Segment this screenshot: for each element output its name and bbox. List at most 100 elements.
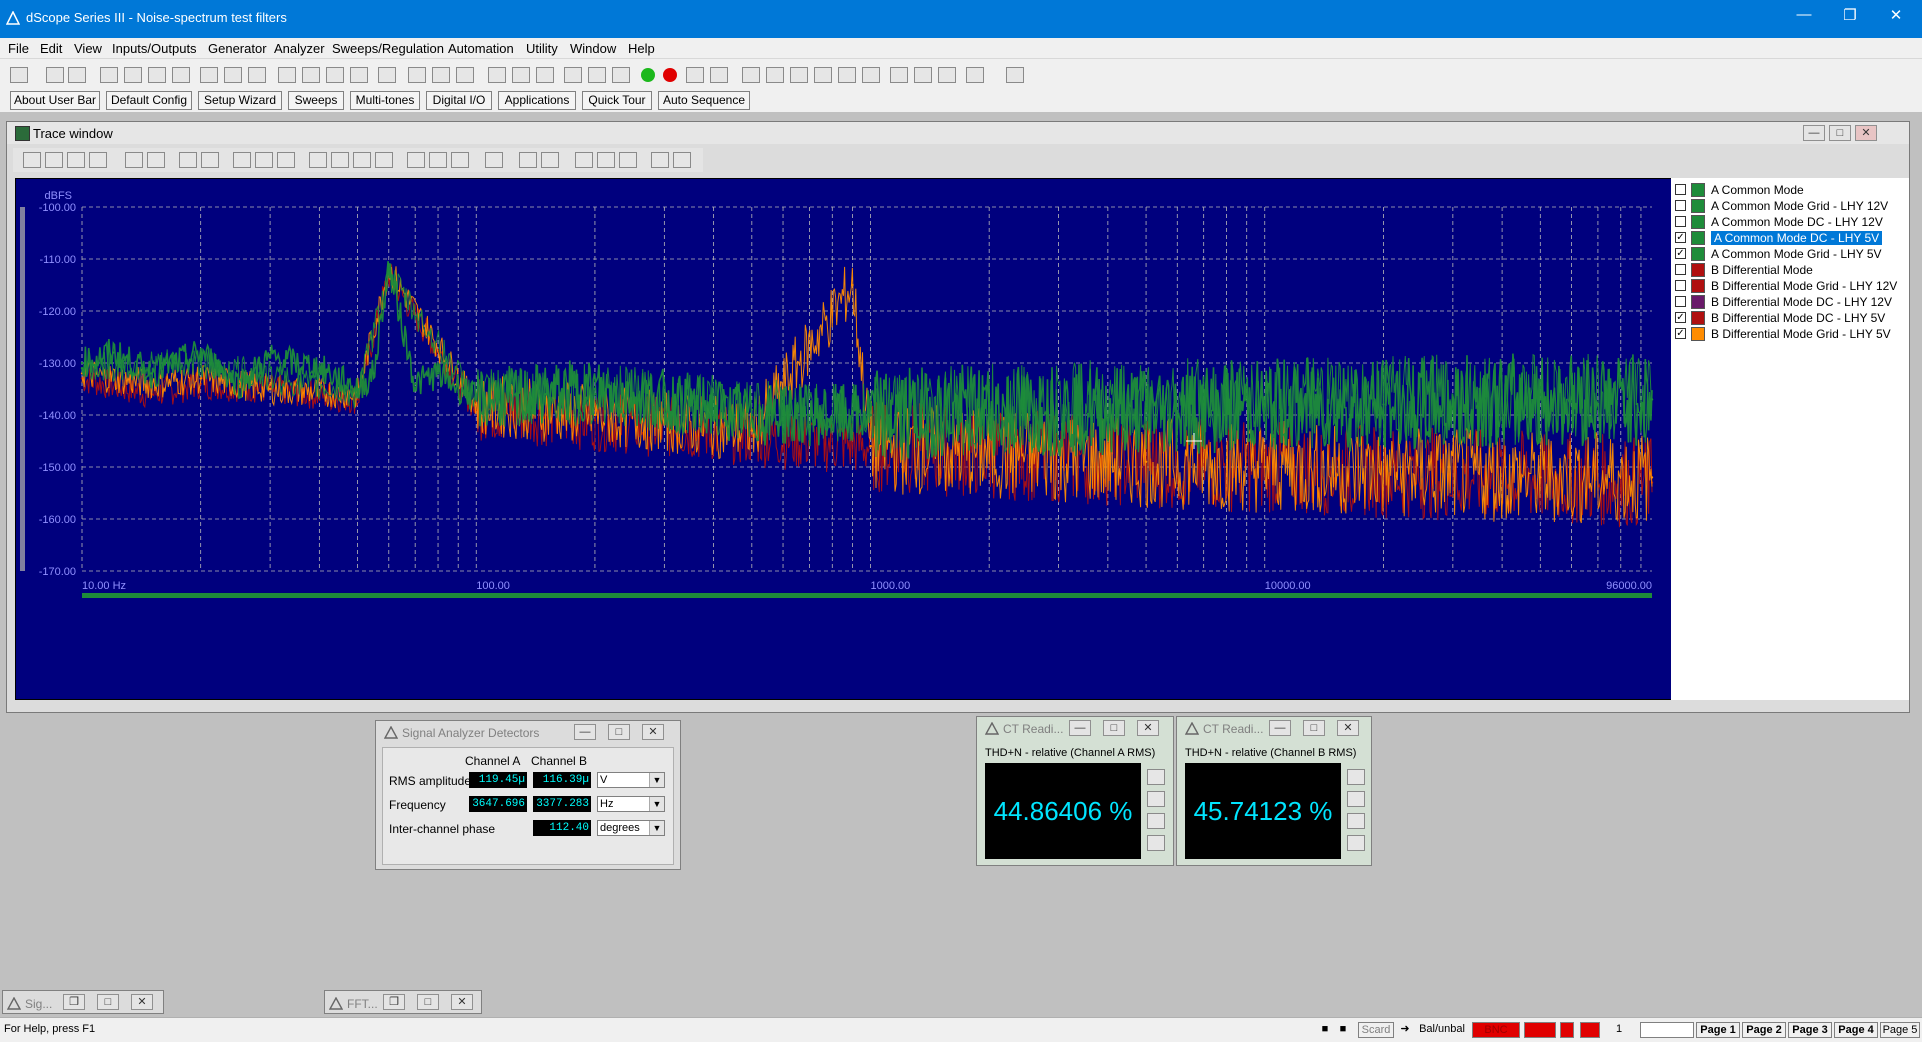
trace-minimize-button[interactable]: — (1803, 125, 1825, 141)
trace-view-1-icon[interactable] (125, 152, 143, 168)
legend-item-a-common-mode-grid-5v[interactable]: ✓ A Common Mode Grid - LHY 5V (1675, 246, 1907, 262)
channel-b-icon[interactable] (588, 67, 606, 83)
close-button[interactable]: ✕ (1876, 6, 1916, 24)
trace-disabled-2-icon[interactable] (673, 152, 691, 168)
minimize-button[interactable]: — (1784, 6, 1824, 23)
ct-a-log-icon[interactable] (1147, 813, 1165, 829)
report-icon[interactable] (966, 67, 984, 83)
input-b-icon[interactable] (302, 67, 320, 83)
trace-cursor-1-icon[interactable] (309, 152, 327, 168)
ct-a-settings-icon[interactable] (1147, 791, 1165, 807)
trace-save-icon[interactable] (67, 152, 85, 168)
sig-close-button[interactable]: ✕ (131, 994, 153, 1010)
trace-scale-2-icon[interactable] (429, 152, 447, 168)
legend-item-a-common-mode-dc-5v[interactable]: ✓ A Common Mode DC - LHY 5V (1675, 230, 1907, 246)
ct-b-maximize-button[interactable]: □ (1303, 720, 1325, 736)
save-icon[interactable] (46, 67, 64, 83)
page-5-tab[interactable]: Page 5 (1880, 1022, 1920, 1038)
step-icon[interactable] (686, 67, 704, 83)
trace-view-2-icon[interactable] (147, 152, 165, 168)
sweep-b-icon[interactable] (766, 67, 784, 83)
legend-item-b-differential-mode-dc-12v[interactable]: B Differential Mode DC - LHY 12V (1675, 294, 1907, 310)
legend-checkbox[interactable] (1675, 264, 1686, 275)
legend-item-b-differential-mode-grid-5v[interactable]: ✓ B Differential Mode Grid - LHY 5V (1675, 326, 1907, 342)
menu-automation[interactable]: Automation (448, 41, 514, 56)
output-c-icon[interactable] (148, 67, 166, 83)
sig-restore-button[interactable]: ❐ (63, 994, 85, 1010)
output-b-icon[interactable] (124, 67, 142, 83)
page-4-tab[interactable]: Page 4 (1834, 1022, 1878, 1038)
minimized-window-sig[interactable]: Sig... ❐ □ ✕ (2, 990, 164, 1014)
trace-zoom-3-icon[interactable] (277, 152, 295, 168)
menu-view[interactable]: View (74, 41, 102, 56)
input-a-icon[interactable] (278, 67, 296, 83)
fft-close-button[interactable]: ✕ (451, 994, 473, 1010)
input-c-icon[interactable] (326, 67, 344, 83)
ct-b-close-button[interactable]: ✕ (1337, 720, 1359, 736)
applications-button[interactable]: Applications (498, 91, 576, 110)
ct-a-minimize-button[interactable]: — (1069, 720, 1091, 736)
trace-compare-icon[interactable] (619, 152, 637, 168)
menu-sweeps-regulation[interactable]: Sweeps/Regulation (332, 41, 444, 56)
chevron-down-icon[interactable]: ▼ (649, 773, 664, 787)
input-d-icon[interactable] (350, 67, 368, 83)
legend-checkbox[interactable]: ✓ (1675, 248, 1686, 259)
stop-icon[interactable] (663, 68, 677, 82)
regulation-b-icon[interactable] (914, 67, 932, 83)
menu-analyzer[interactable]: Analyzer (274, 41, 325, 56)
spectrum-plot[interactable]: -100.00 -110.00 -120.00 -130.00 -140.00 -150.… (15, 178, 1673, 700)
legend-item-b-differential-mode-dc-5v[interactable]: ✓ B Differential Mode DC - LHY 5V (1675, 310, 1907, 326)
menu-window[interactable]: Window (570, 41, 616, 56)
save-as-icon[interactable] (68, 67, 86, 83)
output-d-icon[interactable] (172, 67, 190, 83)
trace-zoom-2-icon[interactable] (255, 152, 273, 168)
detectors-maximize-button[interactable]: □ (608, 724, 630, 740)
trace-scale-3-icon[interactable] (451, 152, 469, 168)
trace-marker-2-icon[interactable] (541, 152, 559, 168)
page-3-tab[interactable]: Page 3 (1788, 1022, 1832, 1038)
ct-b-minimize-button[interactable]: — (1269, 720, 1291, 736)
trace-maximize-button[interactable]: □ (1829, 125, 1851, 141)
minimized-window-fft[interactable]: FFT... ❐ □ ✕ (324, 990, 482, 1014)
scope-icon[interactable] (512, 67, 530, 83)
about-user-bar-button[interactable]: About User Bar (10, 91, 100, 110)
channel-c-icon[interactable] (612, 67, 630, 83)
chevron-down-icon[interactable]: ▼ (649, 821, 664, 835)
regulation-c-icon[interactable] (938, 67, 956, 83)
print-icon[interactable] (1006, 67, 1024, 83)
trace-scale-1-icon[interactable] (407, 152, 425, 168)
sweep-e-icon[interactable] (838, 67, 856, 83)
trace-cursor-2-icon[interactable] (331, 152, 349, 168)
menu-inputs-outputs[interactable]: Inputs/Outputs (112, 41, 197, 56)
ct-a-title-bar[interactable]: CT Readi... — □ ✕ (977, 717, 1173, 739)
ct-a-close-button[interactable]: ✕ (1137, 720, 1159, 736)
ct-b-log-icon[interactable] (1347, 813, 1365, 829)
legend-checkbox[interactable]: ✓ (1675, 328, 1686, 339)
spectrum-chart[interactable]: -100.00 -110.00 -120.00 -130.00 -140.00 -150.… (16, 179, 1672, 699)
menu-file[interactable]: File (8, 41, 29, 56)
setup-wizard-button[interactable]: Setup Wizard (198, 91, 282, 110)
legend-item-a-common-mode-grid-12v[interactable]: A Common Mode Grid - LHY 12V (1675, 198, 1907, 214)
fft-maximize-button[interactable]: □ (417, 994, 439, 1010)
output-off-b-icon[interactable] (224, 67, 242, 83)
page-2-tab[interactable]: Page 2 (1742, 1022, 1786, 1038)
legend-item-a-common-mode-dc-12v[interactable]: A Common Mode DC - LHY 12V (1675, 214, 1907, 230)
trace-cursor-3-icon[interactable] (353, 152, 371, 168)
run-icon[interactable] (641, 68, 655, 82)
fft-icon[interactable] (536, 67, 554, 83)
single-icon[interactable] (710, 67, 728, 83)
sweep-c-icon[interactable] (790, 67, 808, 83)
trace-tool-2-icon[interactable] (45, 152, 63, 168)
digital-io-button[interactable]: Digital I/O (426, 91, 492, 110)
waveform-a-icon[interactable] (408, 67, 426, 83)
trace-tool-1-icon[interactable] (23, 152, 41, 168)
analyzer-icon[interactable] (488, 67, 506, 83)
detectors-title-bar[interactable]: Signal Analyzer Detectors — □ ✕ (376, 721, 680, 743)
default-config-button[interactable]: Default Config (106, 91, 192, 110)
channel-a-icon[interactable] (564, 67, 582, 83)
menu-utility[interactable]: Utility (526, 41, 558, 56)
output-a-icon[interactable] (100, 67, 118, 83)
ct-b-title-bar[interactable]: CT Readi... — □ ✕ (1177, 717, 1371, 739)
legend-checkbox[interactable]: ✓ (1675, 312, 1686, 323)
trace-crosshair-icon[interactable] (575, 152, 593, 168)
